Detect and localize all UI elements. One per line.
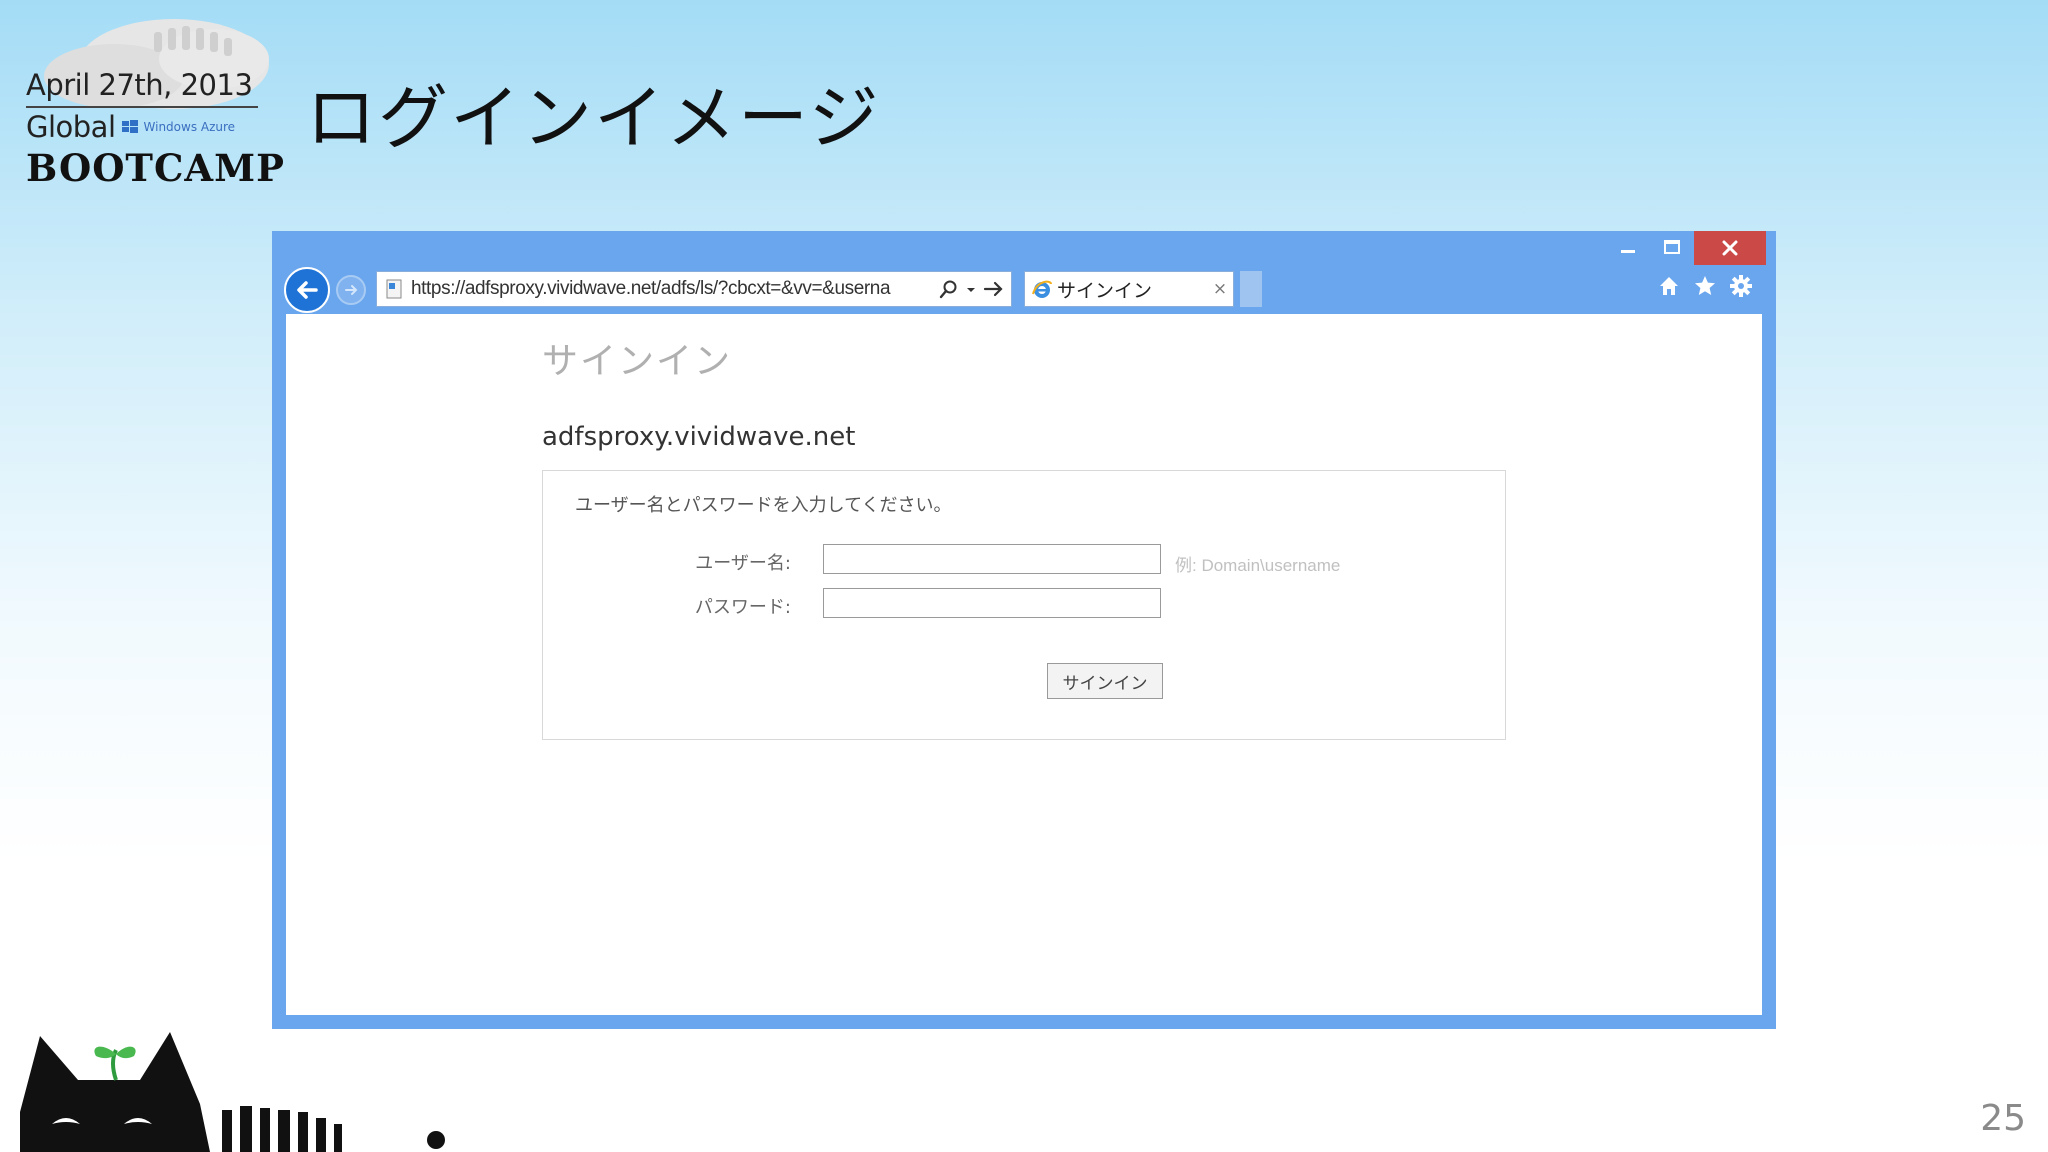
star-icon (1695, 276, 1715, 295)
address-bar[interactable]: https://adfsproxy.vividwave.net/adfs/ls/… (376, 271, 1012, 307)
address-url: https://adfsproxy.vividwave.net/adfs/ls/… (411, 278, 891, 299)
settings-button[interactable] (1728, 273, 1754, 299)
bootcamp-logo: April 27th, 2013 Global Windows Azure BO… (14, 14, 284, 194)
ie-icon (1032, 280, 1052, 298)
logo-global-row: Global Windows Azure (26, 110, 235, 144)
maximize-button[interactable] (1650, 231, 1694, 263)
new-tab-button[interactable] (1240, 271, 1262, 307)
forward-button[interactable] (336, 275, 366, 305)
tab-title: サインイン (1057, 279, 1153, 302)
signin-button[interactable]: サインイン (1047, 663, 1163, 699)
slide-title: ログインイメージ (306, 77, 881, 159)
logo-divider (26, 106, 258, 108)
logo-date: April 27th, 2013 (26, 68, 253, 102)
page-heading: サインイン (542, 341, 733, 382)
maximize-icon (1664, 240, 1680, 254)
cat-mascot-icon (20, 1032, 445, 1152)
address-tools (933, 279, 1011, 299)
page-viewport: サインイン adfsproxy.vividwave.net ユーザー名とパスワー… (286, 314, 1762, 1015)
server-name: adfsproxy.vividwave.net (542, 422, 856, 452)
username-label: ユーザー名: (695, 553, 791, 574)
browser-window: https://adfsproxy.vividwave.net/adfs/ls/… (272, 231, 1776, 1029)
favorites-button[interactable] (1692, 273, 1718, 299)
back-button[interactable] (284, 267, 330, 313)
arrow-left-icon (297, 281, 318, 299)
login-form: ユーザー名とパスワードを入力してください。 ユーザー名: 例: Domain\u… (542, 470, 1506, 740)
home-button[interactable] (1656, 273, 1682, 299)
logo-global-text: Global (26, 110, 116, 144)
username-hint: 例: Domain\username (1175, 556, 1341, 575)
password-label: パスワード: (694, 597, 791, 618)
gear-icon (1730, 275, 1752, 297)
username-input[interactable] (823, 544, 1161, 574)
logo-azure-text: Windows Azure (143, 120, 236, 134)
tab-close-button[interactable]: × (1207, 279, 1233, 299)
minimize-button[interactable] (1606, 231, 1650, 263)
password-input[interactable] (823, 588, 1161, 618)
go-arrow-icon[interactable] (983, 279, 1005, 299)
close-icon (1722, 240, 1738, 256)
arrow-right-icon (345, 285, 358, 295)
browser-toolbar: https://adfsproxy.vividwave.net/adfs/ls/… (284, 263, 1764, 313)
login-instructions: ユーザー名とパスワードを入力してください。 (575, 495, 952, 516)
window-controls (1606, 231, 1766, 265)
search-icon[interactable] (939, 279, 959, 299)
browser-tab[interactable]: サインイン × (1024, 271, 1234, 307)
logo-bootcamp-text: BOOTCAMP (26, 146, 285, 190)
windows-icon (121, 120, 138, 133)
home-icon (1660, 277, 1678, 295)
minimize-icon (1621, 250, 1635, 253)
window-close-button[interactable] (1694, 231, 1766, 265)
dropdown-arrow-icon[interactable] (965, 279, 977, 299)
browser-right-icons (1656, 273, 1754, 299)
page-icon (386, 279, 402, 299)
page-number: 25 (1980, 1098, 2026, 1139)
